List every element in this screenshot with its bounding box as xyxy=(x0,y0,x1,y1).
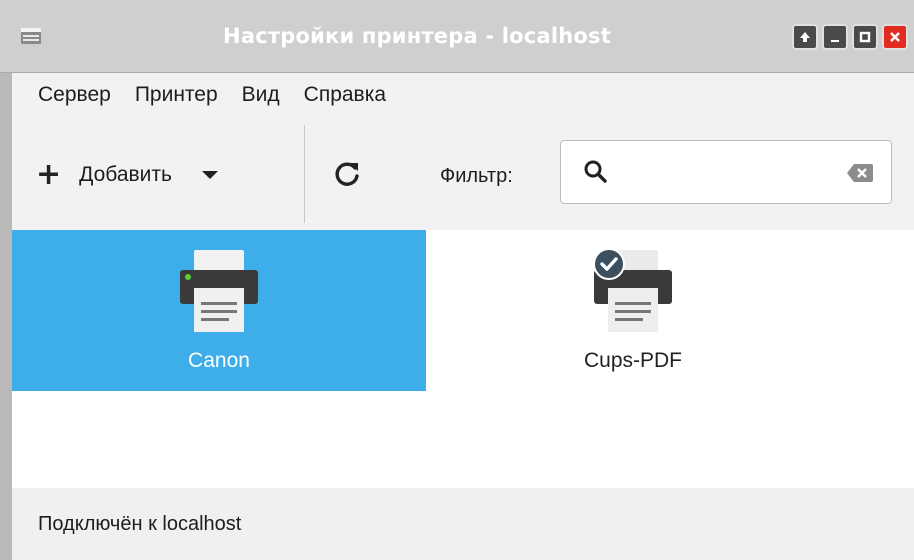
menu-bar: Сервер Принтер Вид Справка xyxy=(12,73,914,117)
menu-server[interactable]: Сервер xyxy=(38,77,111,113)
close-icon xyxy=(890,32,900,42)
chevron-down-icon[interactable] xyxy=(201,171,218,179)
printer-settings-window: Настройки принтера - localhost Сервер Пр… xyxy=(0,0,914,560)
refresh-icon[interactable] xyxy=(330,157,364,191)
search-icon xyxy=(584,160,607,183)
toolbar-separator xyxy=(304,125,305,223)
arrow-up-icon xyxy=(800,32,810,42)
menu-view[interactable]: Вид xyxy=(242,77,280,113)
maximize-button[interactable] xyxy=(852,24,878,50)
printer-name: Cups-PDF xyxy=(583,349,683,372)
menu-printer[interactable]: Принтер xyxy=(135,77,218,113)
minimize-button[interactable] xyxy=(822,24,848,50)
filter-input[interactable] xyxy=(621,153,835,193)
add-printer-button[interactable]: + Добавить xyxy=(36,145,218,205)
printer-name: Canon xyxy=(188,349,250,372)
minimize-icon xyxy=(831,40,839,42)
close-button[interactable] xyxy=(882,24,908,50)
toolbar: + Добавить Фильтр: xyxy=(12,117,914,230)
default-checkmark-icon xyxy=(593,248,625,280)
title-bar[interactable]: Настройки принтера - localhost xyxy=(0,0,914,73)
plus-icon: + xyxy=(36,157,62,192)
status-bar: Подключён к localhost xyxy=(12,488,914,560)
window-title: Настройки принтера - localhost xyxy=(223,24,611,48)
filter-field[interactable] xyxy=(560,140,892,204)
add-label: Добавить xyxy=(79,163,172,186)
window-controls xyxy=(792,24,908,50)
printer-icon xyxy=(593,248,672,332)
printer-item-canon[interactable]: Canon xyxy=(12,230,426,391)
keep-above-button[interactable] xyxy=(792,24,818,50)
printer-item-cups-pdf[interactable]: Cups-PDF xyxy=(426,230,840,391)
clear-text-icon[interactable] xyxy=(847,163,873,183)
connection-status: Подключён к localhost xyxy=(38,513,242,535)
printer-list: Canon Cups-PDF xyxy=(12,230,914,488)
printer-icon xyxy=(180,250,258,332)
maximize-icon xyxy=(859,31,871,43)
menu-help[interactable]: Справка xyxy=(304,77,386,113)
filter-label: Фильтр: xyxy=(440,165,513,187)
